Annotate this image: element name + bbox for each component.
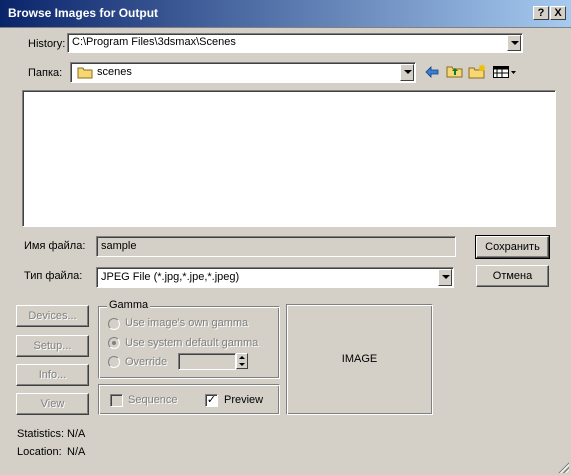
- new-folder-icon[interactable]: [468, 63, 487, 79]
- filetype-combo[interactable]: JPEG File (*.jpg,*.jpe,*.jpeg): [96, 267, 454, 288]
- history-combo[interactable]: C:\Program Files\3dsmax\Scenes: [67, 33, 523, 53]
- gamma-default-label: Use system default gamma: [125, 337, 259, 349]
- gamma-default-radio[interactable]: [108, 337, 120, 349]
- title-bar: Browse Images for Output ? X: [0, 0, 571, 28]
- resize-grip-icon[interactable]: [557, 461, 569, 473]
- close-button[interactable]: X: [550, 6, 566, 20]
- sequence-checkbox[interactable]: [110, 394, 123, 407]
- up-folder-icon[interactable]: [446, 64, 463, 78]
- gamma-override-radio[interactable]: [108, 356, 120, 368]
- gamma-override-input[interactable]: [178, 353, 236, 370]
- preview-label: Preview: [224, 394, 264, 406]
- location-label: Location:: [17, 446, 62, 458]
- spinner-up-icon[interactable]: [239, 356, 245, 359]
- filetype-label: Тип файла:: [24, 270, 83, 282]
- filename-label: Имя файла:: [24, 240, 86, 252]
- location-value: N/A: [67, 446, 86, 458]
- gamma-own-label: Use image's own gamma: [125, 317, 249, 329]
- chevron-down-icon[interactable]: [507, 35, 521, 51]
- cancel-button[interactable]: Отмена: [476, 265, 549, 287]
- gamma-spinner[interactable]: [236, 353, 248, 369]
- gamma-own-radio[interactable]: [108, 318, 120, 330]
- devices-button[interactable]: Devices...: [16, 305, 89, 327]
- view-menu-icon[interactable]: [493, 66, 517, 78]
- statistics-value: N/A: [67, 428, 86, 440]
- window-title: Browse Images for Output: [8, 6, 159, 20]
- folder-value: scenes: [97, 66, 132, 78]
- spinner-down-icon[interactable]: [239, 363, 245, 366]
- statistics-label: Statistics:: [17, 428, 65, 440]
- file-list[interactable]: [22, 90, 556, 227]
- folder-combo[interactable]: scenes: [70, 62, 416, 83]
- help-button[interactable]: ?: [533, 6, 549, 20]
- gamma-title: Gamma: [107, 299, 151, 311]
- view-button[interactable]: View: [16, 393, 89, 415]
- back-arrow-icon[interactable]: [425, 66, 439, 78]
- filename-value: sample: [101, 240, 137, 252]
- image-preview-text: IMAGE: [341, 353, 378, 365]
- history-label: History:: [28, 38, 66, 50]
- image-preview: IMAGE: [286, 304, 433, 415]
- filename-input[interactable]: sample: [96, 236, 456, 257]
- gamma-override-label: Override: [125, 356, 168, 368]
- sequence-label: Sequence: [128, 394, 178, 406]
- folder-icon: [77, 67, 93, 79]
- preview-checkbox[interactable]: ✓: [205, 394, 218, 407]
- save-button[interactable]: Сохранить: [475, 235, 550, 259]
- info-button[interactable]: Info...: [16, 364, 89, 386]
- folder-label: Папка:: [28, 67, 63, 79]
- setup-button[interactable]: Setup...: [16, 335, 89, 357]
- filetype-value: JPEG File (*.jpg,*.jpe,*.jpeg): [101, 271, 240, 283]
- chevron-down-icon[interactable]: [438, 269, 452, 286]
- history-value: C:\Program Files\3dsmax\Scenes: [72, 36, 236, 48]
- chevron-down-icon[interactable]: [400, 64, 414, 81]
